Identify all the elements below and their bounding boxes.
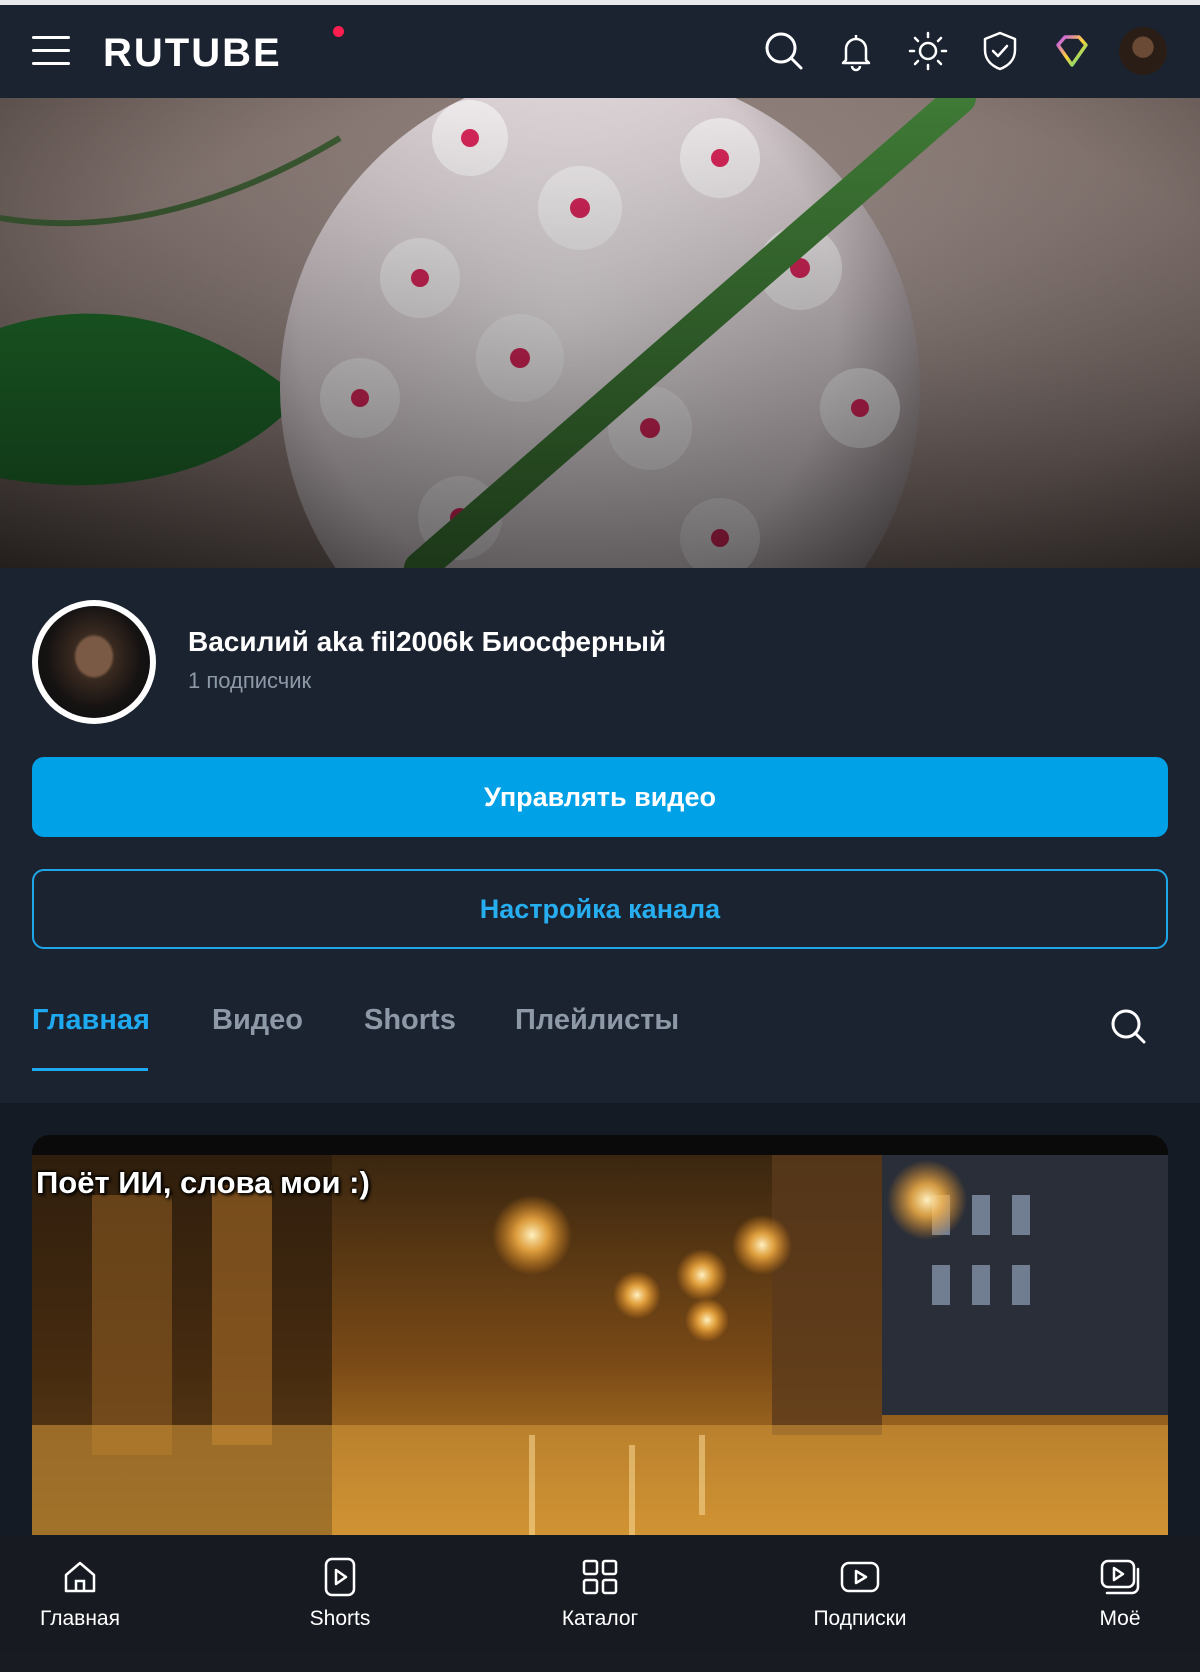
subscriptions-icon xyxy=(840,1561,880,1593)
channel-search-icon[interactable] xyxy=(1108,1006,1148,1046)
nav-my-label: Моё xyxy=(1099,1607,1141,1630)
nav-catalog-label: Каталог xyxy=(561,1607,639,1630)
channel-profile: Василий aka fil2006k Биосферный 1 подпис… xyxy=(0,568,1200,1103)
shield-icon[interactable] xyxy=(976,27,1024,75)
nav-home-label: Главная xyxy=(40,1607,120,1630)
tab-playlists[interactable]: Плейлисты xyxy=(515,1002,679,1038)
rutube-logo[interactable]: RUTUBE xyxy=(103,31,282,75)
channel-tabs: Главная Видео Shorts Плейлисты xyxy=(0,1002,1200,1074)
nav-shorts-label: Shorts xyxy=(309,1607,371,1630)
catalog-icon xyxy=(582,1559,618,1595)
search-icon[interactable] xyxy=(760,27,808,75)
manage-videos-button[interactable]: Управлять видео xyxy=(32,757,1168,837)
featured-video-thumbnail[interactable]: Поёт ИИ, слова мои :) xyxy=(32,1135,1168,1535)
channel-settings-button[interactable]: Настройка канала xyxy=(32,869,1168,949)
nav-home[interactable]: Главная xyxy=(0,1555,160,1631)
subscriber-count: 1 подписчик xyxy=(188,668,312,693)
home-icon xyxy=(64,1561,96,1593)
tab-shorts[interactable]: Shorts xyxy=(364,1002,456,1038)
shorts-icon xyxy=(324,1557,356,1597)
nav-my[interactable]: Моё xyxy=(1040,1555,1200,1631)
sun-icon[interactable] xyxy=(904,27,952,75)
tab-home[interactable]: Главная xyxy=(32,1002,150,1038)
channel-avatar[interactable] xyxy=(32,600,156,724)
bell-icon[interactable] xyxy=(832,27,880,75)
channel-name: Василий aka fil2006k Биосферный xyxy=(188,626,667,657)
logo-dot xyxy=(333,26,344,37)
active-tab-indicator xyxy=(32,1068,148,1071)
nav-shorts[interactable]: Shorts xyxy=(260,1555,420,1631)
my-videos-icon xyxy=(1100,1559,1140,1595)
channel-banner xyxy=(0,98,1200,568)
nav-subscriptions[interactable]: Подписки xyxy=(780,1555,940,1631)
nav-catalog[interactable]: Каталог xyxy=(520,1555,680,1631)
video-title: Поёт ИИ, слова мои :) xyxy=(36,1165,370,1200)
top-header: RUTUBE xyxy=(0,5,1200,98)
diamond-icon[interactable] xyxy=(1048,27,1096,75)
bottom-navigation: Главная Shorts Каталог Подписки Моё xyxy=(0,1535,1200,1672)
menu-icon[interactable] xyxy=(32,34,70,68)
nav-subscriptions-label: Подписки xyxy=(813,1607,907,1630)
user-avatar[interactable] xyxy=(1119,27,1167,75)
tab-videos[interactable]: Видео xyxy=(212,1002,303,1038)
